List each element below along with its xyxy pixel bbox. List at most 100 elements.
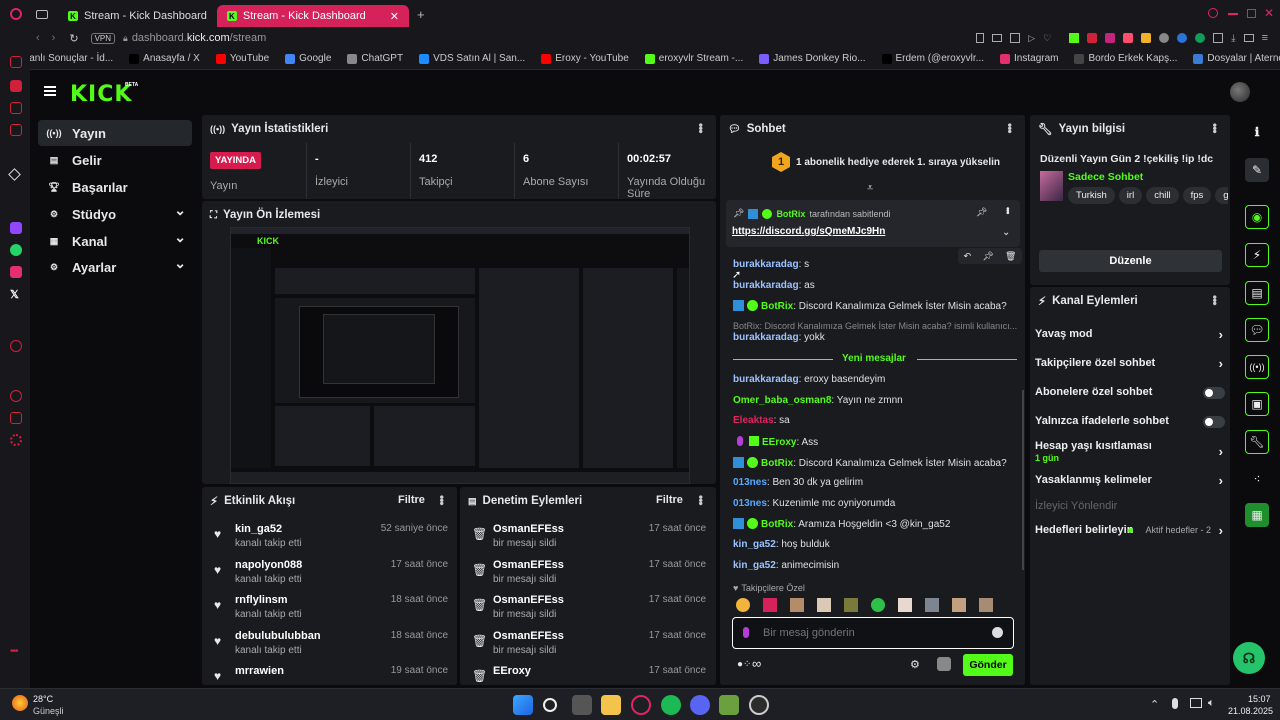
lightning-icon[interactable]: ⚡︎ [1245,243,1269,267]
chat-message[interactable]: 013nes: Ben 30 dk ya gelirim [733,477,863,488]
minimize-icon[interactable] [1228,13,1238,15]
chat-message[interactable]: 013nes: Kuzenimle mc oyniyorumda [733,498,895,509]
chat-username[interactable]: kin_ga52 [733,539,776,550]
obs-icon[interactable] [749,695,769,715]
feed-username[interactable]: EEroxy [493,665,531,677]
chat-message[interactable]: kin_ga52: hoş bulduk [733,539,830,550]
toggle-switch[interactable] [1203,387,1225,399]
history-icon[interactable] [10,390,22,402]
feed-username[interactable]: OsmanEFEss [493,559,564,571]
channel-action-item[interactable]: Yalnızca ifadelerle sohbet [1035,415,1225,428]
extension-icon[interactable] [1087,33,1098,43]
feed-username[interactable]: OsmanEFEss [493,594,564,606]
chat-input-box[interactable] [732,617,1014,649]
camera-icon[interactable] [992,34,1003,42]
browser-tab-active[interactable]: K Stream - Kick Dashboard ✕ [216,5,409,27]
stream-tag[interactable]: gamin [1215,187,1228,204]
feed-item[interactable]: 🗑︎ OsmanEFEss bir mesajı sildi 17 saat önce [472,630,706,664]
edit-button[interactable]: Düzenle [1039,250,1222,272]
search-tabs-icon[interactable] [1208,8,1218,18]
toggle-switch[interactable] [1203,416,1225,428]
more-options-icon[interactable]: ••• [1208,295,1222,305]
chat-input[interactable] [763,624,983,642]
sidebar-app-icon[interactable] [10,80,22,92]
aria-icon[interactable] [8,168,21,181]
document-icon[interactable]: ▤ [1245,281,1269,305]
chat-username[interactable]: burakkaradag [733,280,799,291]
channel-action-item[interactable]: Yasaklanmış kelimeler › [1035,473,1225,488]
feed-item[interactable]: 🗑︎ EEroxy 17 saat önce [472,665,706,685]
emote-picker-icon[interactable] [937,657,951,671]
back-icon[interactable]: ‹ [36,32,40,44]
file-explorer-icon[interactable] [601,695,621,715]
chat-message[interactable]: Omer_baba_osman8: Yayın ne zmnn [733,395,903,406]
new-tab-icon[interactable]: + [417,7,425,22]
emote-icon[interactable] [925,598,939,612]
discord-icon[interactable] [690,695,710,715]
sidebar-item-kanal[interactable]: ▦ Kanal ⌄ [38,228,192,254]
emote-icon[interactable] [763,598,777,612]
channel-action-item[interactable]: Abonelere özel sohbet [1035,386,1225,399]
pin-icon[interactable] [976,33,985,43]
pinned-message[interactable]: 📌︎ BotRix tarafından sabitlendi 📌︎ ••• h… [726,200,1020,247]
gift-banner[interactable]: 1 1 abonelik hediye ederek 1. sıraya yük… [772,151,1000,173]
heart-icon[interactable]: ♡ [1043,33,1051,44]
feed-item[interactable]: ♥ napolyon088 kanalı takip etti 17 saat önc… [214,559,448,593]
chat-username[interactable]: burakkaradag [733,332,799,343]
pin-icon[interactable]: 📌︎ [982,251,993,262]
more-options-icon[interactable]: ••• [1003,123,1017,133]
extension-icon[interactable] [1123,33,1134,43]
more-options-icon[interactable]: ••• [694,495,708,505]
chat-message[interactable]: burakkaradag: eroxy basendeyim [733,374,885,385]
feed-username[interactable]: debulubulubban [235,630,321,642]
game-icon[interactable]: ▦ [1245,503,1269,527]
chat-message[interactable]: Eleaktas: sa [733,415,790,426]
task-view-icon[interactable] [572,695,592,715]
feed-item[interactable]: 🗑︎ OsmanEFEss bir mesajı sildi 17 saat önce [472,559,706,593]
extension-icon[interactable] [1141,33,1152,43]
info-icon[interactable]: ℹ︎ [1245,120,1269,144]
chat-username[interactable]: Omer_baba_osman8 [733,395,831,406]
server-icon[interactable]: ▣ [1245,392,1269,416]
forward-icon[interactable]: › [52,32,56,44]
bookmark-item[interactable]: ChatGPT [339,53,411,64]
chat-message[interactable]: kin_ga52: animecimisin [733,560,839,571]
reply-icon[interactable]: ↶ [964,251,972,262]
bookmark-item[interactable]: eroxyvlr Stream -... [637,53,751,64]
category-name[interactable]: Sadece Sohbet [1068,171,1143,183]
more-options-icon[interactable]: ••• [1208,123,1222,133]
kick-logo[interactable]: KICK [70,82,132,107]
x-icon[interactable]: 𝕏 [10,288,22,301]
feed-username[interactable]: mrrawien [235,665,284,677]
send-button[interactable]: Gönder [963,654,1013,676]
more-options-icon[interactable]: ••• [1003,207,1013,213]
sidebar-item-yayın[interactable]: ((•)) Yayın [38,120,192,146]
instagram-icon[interactable] [10,266,22,278]
chat-username[interactable]: Eleaktas [733,415,774,426]
chat-message[interactable]: EEroxy: Ass [733,436,818,448]
camera-snap-icon[interactable] [1243,34,1254,42]
maximize-icon[interactable] [1247,9,1256,18]
puzzle-icon[interactable] [1213,33,1224,43]
chat-username[interactable]: BotRix [761,519,793,530]
block-icon[interactable] [1010,33,1021,43]
stream-tag[interactable]: irl [1118,187,1143,204]
filter-button[interactable]: Filtre [398,494,425,506]
chat-settings-icon[interactable]: ⚙︎ [910,658,920,671]
stream-tag[interactable]: Turkish [1068,187,1115,204]
download-icon[interactable]: ⤓ [1231,33,1235,44]
stream-preview-video[interactable]: KICK [230,227,690,484]
emote-icon[interactable] [898,598,912,612]
chat-icon[interactable]: 💬︎ [1245,318,1269,342]
sidebar-app-icon[interactable] [10,124,22,136]
opera-logo-icon[interactable] [10,8,22,20]
chat-message[interactable]: burakkaradag: s [733,259,809,270]
emote-icon[interactable] [790,598,804,612]
emote-icon[interactable] [844,598,858,612]
chat-users-icon[interactable]: ●⁘ [737,659,751,670]
bookmark-item[interactable]: Anasayfa / X [121,53,208,64]
extension-icon[interactable] [1177,33,1188,43]
opera-gx-icon[interactable] [631,695,651,715]
scrollbar[interactable] [1022,390,1024,570]
chat-message[interactable]: BotRix: Discord Kanalımıza Gelmek İster … [733,457,1007,469]
